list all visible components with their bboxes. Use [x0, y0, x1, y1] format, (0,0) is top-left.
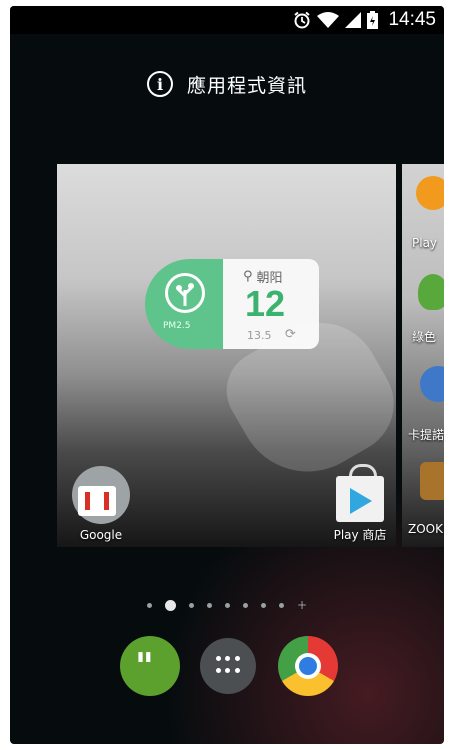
wifi-icon: [317, 12, 340, 28]
next-app-label-4: ZOOKE: [408, 522, 444, 536]
chrome-icon[interactable]: [278, 636, 338, 696]
game-icon: [420, 462, 444, 500]
status-bar: 14:45: [10, 6, 444, 34]
page-dot: [260, 602, 266, 608]
page-dot: [278, 602, 284, 608]
play-store-label: Play 商店: [333, 528, 387, 542]
app-icon: [420, 366, 444, 402]
next-home-page-preview[interactable]: Play 綠色 卡提諾 ZOOKE: [402, 164, 444, 547]
info-icon: i: [146, 71, 173, 97]
page-dot: [242, 602, 248, 608]
add-page-icon: +: [296, 598, 308, 612]
tree-icon: [165, 273, 205, 313]
app-info-drop-target[interactable]: i 應用程式資訊: [10, 62, 444, 106]
hangouts-icon[interactable]: ": [120, 636, 180, 696]
location-pin-icon: ⚲: [243, 269, 253, 284]
gmail-icon: [72, 466, 130, 524]
play-music-icon: [416, 176, 444, 210]
battery-icon: [367, 11, 379, 29]
signal-icon: [345, 12, 362, 28]
page-dot: [206, 602, 212, 608]
next-app-label-1: Play: [412, 236, 438, 250]
page-dot: [188, 602, 194, 608]
dock: ": [10, 636, 444, 706]
phone-screen: 14:45 i 應用程式資訊 PM2.5 ⚲ 朝阳 12 13.5 ⟳ Goog…: [10, 6, 444, 744]
leaf-icon: [418, 274, 444, 310]
app-info-label: 應用程式資訊: [186, 74, 307, 97]
google-label: Google: [79, 528, 123, 542]
next-app-label-2: 綠色: [412, 330, 437, 344]
page-dot: [146, 602, 152, 608]
page-indicator: +: [10, 598, 444, 612]
status-time: 14:45: [388, 9, 436, 30]
pm-value: 13.5: [247, 329, 272, 342]
page-dot: [224, 602, 230, 608]
google-folder[interactable]: Google: [71, 466, 131, 542]
play-store-app[interactable]: Play 商店: [323, 464, 397, 543]
alarm-icon: [294, 11, 311, 29]
all-apps-icon[interactable]: [200, 638, 256, 694]
home-page-preview[interactable]: PM2.5 ⚲ 朝阳 12 13.5 ⟳ Google Play 商店: [57, 164, 412, 547]
status-icons: 14:45: [293, 9, 436, 31]
page-dot-active: [164, 599, 176, 611]
pm-label: PM2.5: [163, 321, 191, 331]
play-store-icon: [332, 464, 388, 522]
aqi-value: 12: [245, 283, 286, 324]
next-app-label-3: 卡提諾: [408, 428, 444, 442]
widget-tree-panel: PM2.5: [145, 259, 223, 349]
